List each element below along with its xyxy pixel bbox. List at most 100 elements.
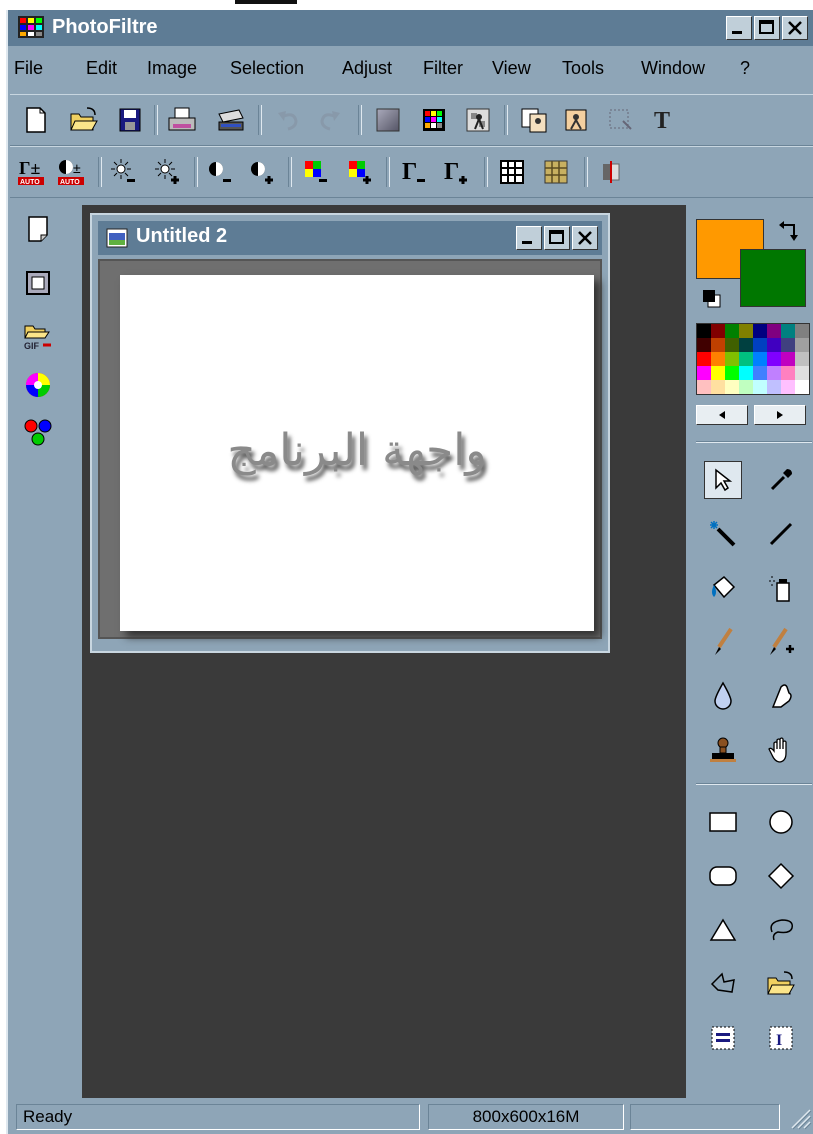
new-image-icon[interactable] — [22, 213, 54, 245]
ellipse-shape-icon[interactable] — [762, 803, 800, 841]
swap-colors-icon[interactable] — [778, 221, 802, 243]
top-strip — [0, 0, 813, 10]
menu-selection[interactable]: Selection — [230, 58, 304, 79]
scan-icon[interactable] — [214, 104, 246, 136]
tools-panel: I — [692, 205, 813, 1098]
svg-text:GIF: GIF — [24, 341, 40, 350]
default-colors-icon[interactable] — [702, 289, 722, 309]
blur-drop-icon[interactable] — [704, 677, 742, 715]
menu-help[interactable]: ? — [740, 58, 750, 79]
app-window: PhotoFiltre File Edit Image Selection Ad… — [6, 10, 813, 1134]
brush-icon[interactable] — [704, 623, 742, 661]
menu-view[interactable]: View — [492, 58, 531, 79]
gamma-plus-icon[interactable]: Γ — [440, 156, 472, 188]
palette-grid-icon[interactable] — [418, 104, 450, 136]
clone-stamp-icon[interactable] — [704, 731, 742, 769]
smudge-finger-icon[interactable] — [762, 677, 800, 715]
menu-edit[interactable]: Edit — [86, 58, 117, 79]
undo-icon[interactable] — [272, 104, 304, 136]
left-toolbar: GIF — [10, 205, 74, 1105]
select-all-icon[interactable] — [704, 1019, 742, 1057]
triangle-shape-icon[interactable] — [704, 911, 742, 949]
color-palette[interactable] — [696, 323, 810, 395]
invert-selection-icon[interactable]: I — [762, 1019, 800, 1057]
minimize-button[interactable] — [726, 16, 752, 40]
new-icon[interactable] — [20, 104, 52, 136]
window-title: PhotoFiltre — [52, 16, 158, 38]
document-icon — [106, 228, 128, 248]
close-button[interactable] — [782, 16, 808, 40]
selection-icon[interactable] — [604, 104, 636, 136]
texture-icon[interactable] — [540, 156, 572, 188]
diamond-shape-icon[interactable] — [762, 857, 800, 895]
contrast-plus-icon[interactable] — [246, 156, 278, 188]
auto-contrast-icon[interactable]: ± AUTO — [56, 156, 88, 188]
document-minimize-button[interactable] — [516, 226, 542, 250]
print-icon[interactable] — [166, 104, 198, 136]
svg-text:AUTO: AUTO — [20, 179, 40, 186]
spray-can-icon[interactable] — [762, 569, 800, 607]
open-gif-icon[interactable]: GIF — [22, 319, 54, 351]
palette-prev-button[interactable] — [696, 405, 748, 425]
copy-icon[interactable] — [518, 104, 550, 136]
menu-file[interactable]: File — [14, 58, 43, 79]
svg-text:Γ: Γ — [402, 159, 417, 185]
menu-filter[interactable]: Filter — [423, 58, 463, 79]
transparent-icon[interactable] — [462, 104, 494, 136]
title-bar[interactable]: PhotoFiltre — [8, 10, 813, 46]
menu-bar: File Edit Image Selection Adjust Filter … — [8, 54, 813, 86]
svg-text:I: I — [776, 1032, 782, 1049]
redo-icon[interactable] — [314, 104, 346, 136]
image-canvas[interactable]: واجهة البرنامج — [120, 275, 594, 631]
grid-icon[interactable] — [496, 156, 528, 188]
gradient-icon[interactable] — [372, 104, 404, 136]
line-tool-icon[interactable] — [762, 515, 800, 553]
saturation-plus-icon[interactable] — [344, 156, 376, 188]
adjust-toolbar: Γ± AUTO ± AUTO Γ Γ — [10, 146, 813, 198]
open-icon[interactable] — [68, 104, 100, 136]
document-close-button[interactable] — [572, 226, 598, 250]
mirror-icon[interactable] — [596, 156, 628, 188]
menu-image[interactable]: Image — [147, 58, 197, 79]
auto-levels-icon[interactable]: Γ± AUTO — [16, 156, 48, 188]
polygon-lasso-icon[interactable] — [704, 965, 742, 1003]
rectangle-shape-icon[interactable] — [704, 803, 742, 841]
svg-text:±: ± — [73, 160, 81, 176]
menu-adjust[interactable]: Adjust — [342, 58, 392, 79]
load-shape-icon[interactable] — [762, 965, 800, 1003]
contrast-minus-icon[interactable] — [204, 156, 236, 188]
magic-wand-icon[interactable] — [704, 515, 742, 553]
brightness-plus-icon[interactable] — [152, 156, 184, 188]
maximize-button[interactable] — [754, 16, 780, 40]
background-color-swatch[interactable] — [740, 249, 806, 307]
pointer-tool-icon[interactable] — [704, 461, 742, 499]
hand-tool-icon[interactable] — [762, 731, 800, 769]
document-maximize-button[interactable] — [544, 226, 570, 250]
menu-window[interactable]: Window — [641, 58, 705, 79]
rgb-channels-icon[interactable] — [22, 417, 54, 449]
lasso-icon[interactable] — [762, 911, 800, 949]
image-size-icon[interactable] — [560, 104, 592, 136]
frame-icon[interactable] — [22, 267, 54, 299]
save-icon[interactable] — [114, 104, 146, 136]
canvas-text: واجهة البرنامج — [227, 425, 487, 476]
brightness-minus-icon[interactable] — [108, 156, 140, 188]
color-wheel-icon[interactable] — [22, 369, 54, 401]
advanced-brush-icon[interactable] — [762, 623, 800, 661]
status-bar: Ready 800x600x16M — [8, 1100, 813, 1134]
palette-next-button[interactable] — [754, 405, 806, 425]
document-title-bar[interactable]: Untitled 2 — [98, 221, 602, 255]
rounded-rectangle-icon[interactable] — [704, 857, 742, 895]
svg-text:Γ: Γ — [444, 159, 459, 185]
status-message: Ready — [16, 1104, 420, 1130]
svg-text:T: T — [654, 108, 670, 133]
svg-text:AUTO: AUTO — [60, 179, 80, 186]
gamma-minus-icon[interactable]: Γ — [398, 156, 430, 188]
text-icon[interactable]: T — [646, 104, 678, 136]
eyedropper-icon[interactable] — [762, 461, 800, 499]
svg-text:Γ±: Γ± — [19, 158, 40, 178]
paint-bucket-icon[interactable] — [704, 569, 742, 607]
menu-tools[interactable]: Tools — [562, 58, 604, 79]
saturation-minus-icon[interactable] — [300, 156, 332, 188]
resize-grip-icon[interactable] — [788, 1106, 812, 1130]
